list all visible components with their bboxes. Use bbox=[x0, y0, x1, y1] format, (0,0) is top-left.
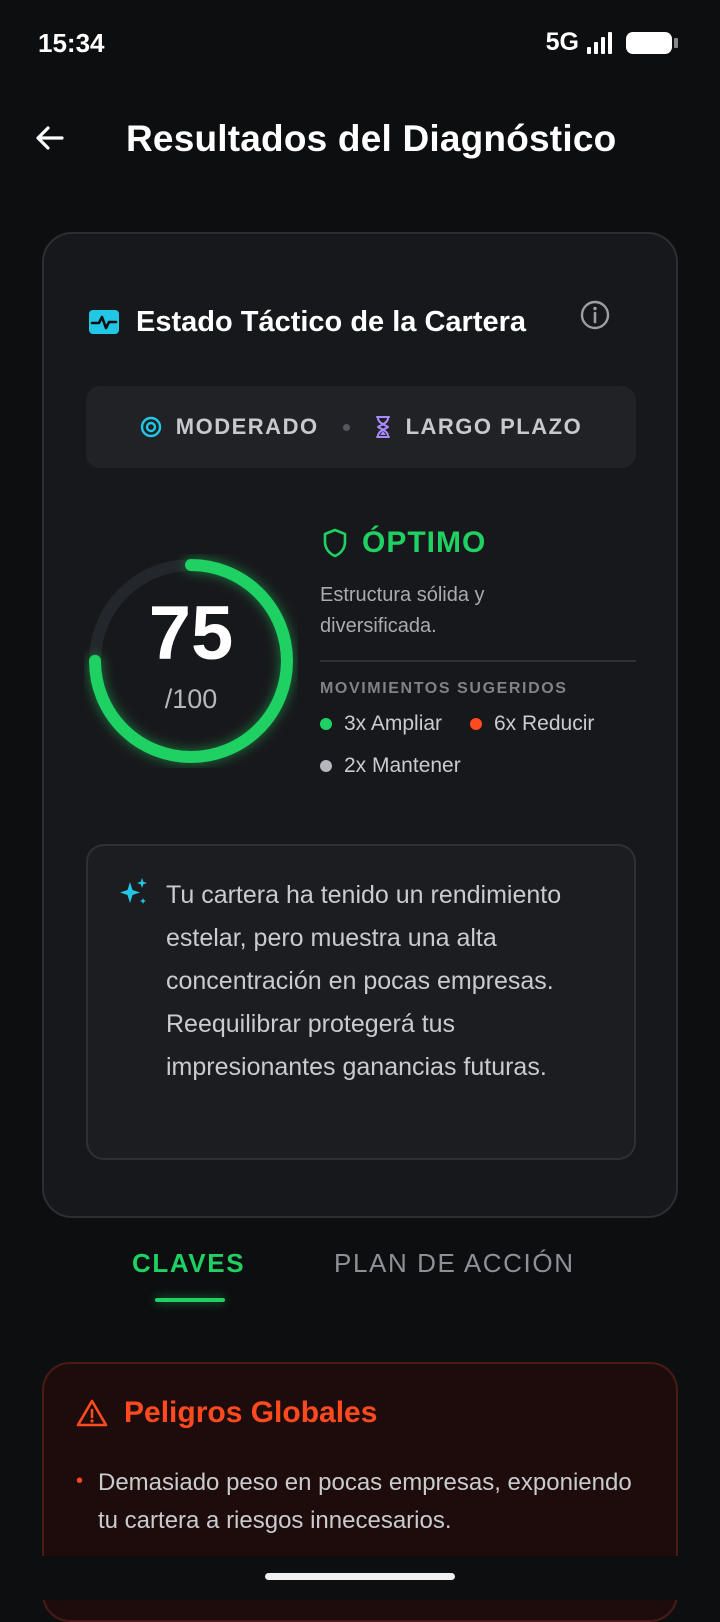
target-icon bbox=[140, 416, 161, 438]
horizon-label: LARGO PLAZO bbox=[405, 414, 583, 439]
risk-profile-label: MODERADO bbox=[175, 414, 319, 439]
network-type: 5G bbox=[545, 28, 579, 56]
danger-item-text: Demasiado peso en pocas empresas, exponi… bbox=[98, 1469, 632, 1534]
separator-dot bbox=[342, 423, 350, 431]
move-expand: 3x Ampliar bbox=[320, 712, 442, 736]
move-label: 6x Reducir bbox=[494, 712, 595, 735]
divider bbox=[320, 660, 636, 662]
arrow-left-icon[interactable] bbox=[30, 118, 70, 158]
tab-bar: CLAVES PLAN DE ACCIÓN bbox=[0, 1230, 720, 1310]
card-title: Estado Táctico de la Cartera bbox=[136, 305, 527, 338]
status-time: 15:34 bbox=[38, 28, 105, 58]
status-label: ÓPTIMO bbox=[322, 526, 486, 560]
danger-header: Peligros Globales bbox=[76, 1396, 377, 1430]
move-reduce: 6x Reducir bbox=[470, 712, 594, 736]
status-dot bbox=[320, 760, 332, 772]
danger-title: Peligros Globales bbox=[124, 1396, 378, 1429]
score-value: 75 bbox=[148, 591, 234, 676]
danger-item: • Demasiado peso en pocas empresas, expo… bbox=[76, 1464, 656, 1540]
status-dot bbox=[470, 718, 482, 730]
portfolio-status-card: Estado Táctico de la Cartera MODERADO LA… bbox=[42, 232, 678, 1218]
tab-keys[interactable]: CLAVES bbox=[132, 1248, 245, 1279]
ai-insight-box: Tu cartera ha tenido un rendimiento este… bbox=[86, 844, 636, 1160]
tab-action-plan[interactable]: PLAN DE ACCIÓN bbox=[334, 1248, 575, 1279]
insight-text: Tu cartera ha tenido un rendimiento este… bbox=[166, 881, 562, 1081]
battery-icon bbox=[626, 31, 678, 54]
move-label: 2x Mantener bbox=[344, 754, 461, 777]
status-description: Estructura sólida y diversificada. bbox=[320, 584, 485, 637]
shield-icon bbox=[323, 528, 347, 558]
sparkle-icon bbox=[120, 878, 147, 904]
move-label: 3x Ampliar bbox=[344, 712, 443, 735]
score-max: /100 bbox=[164, 684, 218, 714]
status-label-text: ÓPTIMO bbox=[362, 526, 487, 559]
signal-icon bbox=[587, 31, 612, 54]
investor-profile-pill: MODERADO LARGO PLAZO bbox=[86, 386, 636, 468]
move-hold: 2x Mantener bbox=[320, 754, 461, 778]
card-header: Estado Táctico de la Cartera bbox=[88, 302, 608, 342]
active-tab-indicator bbox=[155, 1298, 225, 1302]
page-title: Resultados del Diagnóstico bbox=[126, 118, 617, 159]
status-bar: 15:34 5G bbox=[0, 0, 720, 90]
info-icon[interactable] bbox=[578, 298, 612, 332]
home-indicator[interactable] bbox=[265, 1573, 455, 1580]
top-app-bar: Resultados del Diagnóstico bbox=[0, 100, 720, 180]
status-dot bbox=[320, 718, 332, 730]
pulse-icon bbox=[89, 310, 119, 334]
suggested-moves-title: MOVIMIENTOS SUGERIDOS bbox=[320, 680, 568, 697]
bullet: • bbox=[76, 1470, 84, 1492]
status-right: 5G bbox=[545, 28, 678, 57]
hourglass-icon bbox=[375, 416, 390, 438]
warning-icon bbox=[76, 1399, 108, 1427]
